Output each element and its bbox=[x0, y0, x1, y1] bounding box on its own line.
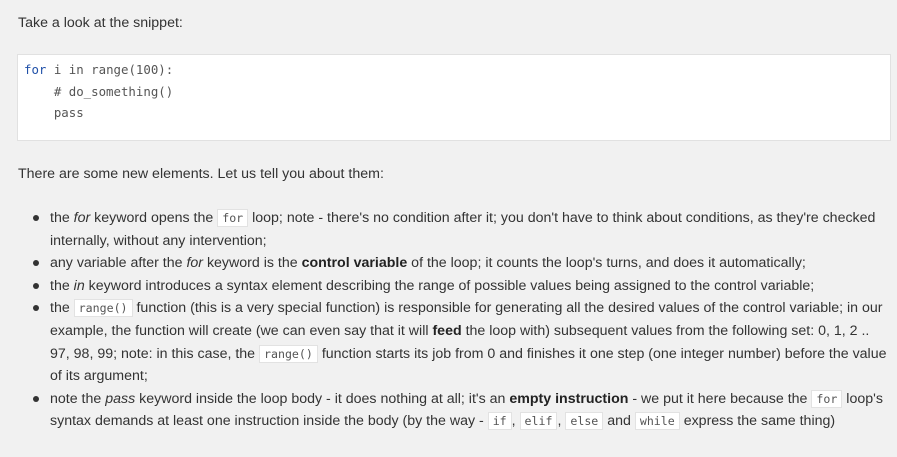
code-line-3: pass bbox=[24, 105, 84, 120]
code-line-2: # do_something() bbox=[24, 83, 174, 99]
list-item-in-keyword: the in keyword introduces a syntax eleme… bbox=[33, 275, 892, 298]
lesson-page: Take a look at the snippet: for i in ran… bbox=[0, 0, 897, 457]
inline-code-elif: elif bbox=[519, 412, 558, 431]
inline-code-range: range() bbox=[73, 299, 133, 318]
code-keyword-for: for bbox=[24, 62, 47, 77]
inline-code-range: range() bbox=[259, 344, 318, 363]
term-control-variable: control variable bbox=[301, 255, 408, 272]
code-snippet: for i in range(100): # do_something() pa… bbox=[17, 54, 891, 141]
code-line-1-rest: i in range(100): bbox=[46, 62, 174, 77]
keyword-for: for bbox=[186, 255, 203, 272]
term-empty-instruction: empty instruction bbox=[509, 390, 629, 407]
code-line-1: for i in range(100): bbox=[24, 59, 890, 81]
inline-code-if: if bbox=[487, 412, 512, 431]
list-item-pass-keyword: note the pass keyword inside the loop bo… bbox=[33, 388, 892, 433]
list-item-for-keyword: the for keyword opens the for loop; note… bbox=[33, 207, 892, 252]
term-feed: feed bbox=[432, 322, 462, 339]
keyword-for: for bbox=[73, 210, 91, 226]
keyword-pass: pass bbox=[105, 390, 136, 407]
keyword-in: in bbox=[73, 277, 85, 294]
lead-text: There are some new elements. Let us tell… bbox=[18, 166, 384, 182]
intro-text: Take a look at the snippet: bbox=[18, 15, 183, 31]
list-item-control-variable: any variable after the for keyword is th… bbox=[33, 252, 892, 275]
elements-list: the for keyword opens the for loop; note… bbox=[33, 207, 892, 433]
inline-code-for: for bbox=[217, 209, 249, 227]
list-item-range-function: the range() function (this is a very spe… bbox=[33, 297, 892, 387]
inline-code-else: else bbox=[565, 412, 604, 431]
inline-code-for: for bbox=[811, 389, 843, 408]
inline-code-while: while bbox=[634, 412, 680, 431]
